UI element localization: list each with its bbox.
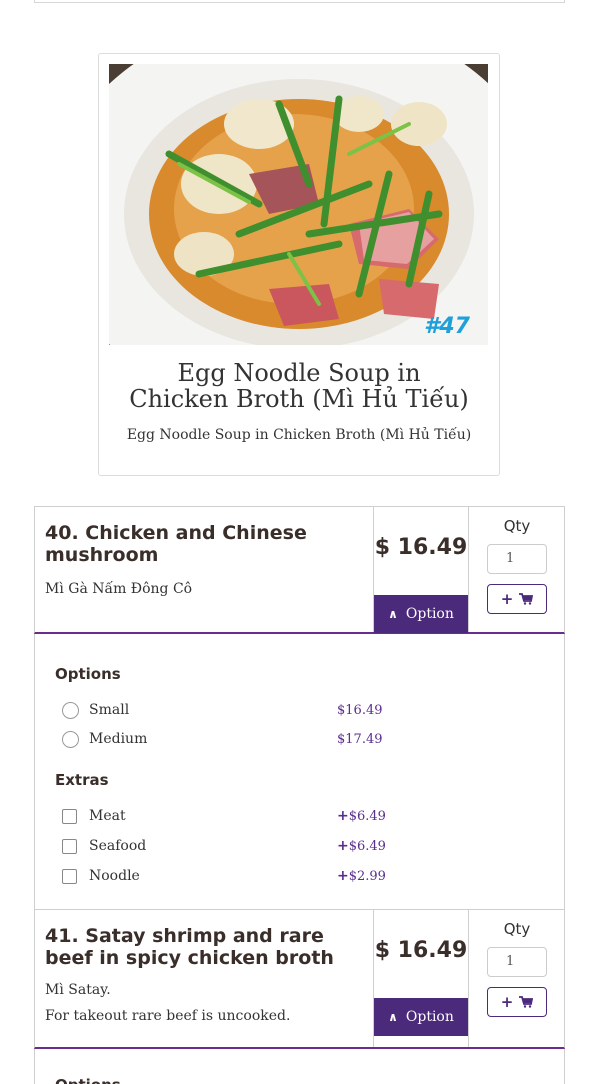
extra-label: Seafood — [89, 838, 147, 854]
item-info: 40. Chicken and Chinese mushroom Mì Gà N… — [35, 507, 374, 632]
plus-icon: + — [500, 590, 514, 608]
options-group-title: Options — [55, 665, 121, 683]
item-description-line: Mì Satay. — [45, 982, 111, 998]
extra-price-value: $6.49 — [348, 839, 386, 854]
extra-price: +$2.99 — [337, 868, 386, 884]
radio-button[interactable] — [62, 701, 79, 719]
next-options-panel: Options — [34, 1049, 565, 1084]
cart-icon — [519, 593, 534, 605]
item-price-column: $ 16.49 ∧ Option — [374, 910, 469, 1047]
item-info: 41. Satay shrimp and rare beef in spicy … — [35, 910, 374, 1047]
extra-seafood[interactable]: Seafood +$6.49 — [62, 835, 386, 857]
extras-group-title: Extras — [55, 771, 109, 789]
item-description: Mì Gà Nấm Đông Cô — [45, 581, 193, 597]
item-price: $ 16.49 — [374, 535, 468, 560]
item-description-line: For takeout rare beef is uncooked. — [45, 1008, 291, 1024]
item-description: Mì Satay. For takeout rare beef is uncoo… — [45, 979, 363, 1027]
featured-dish-card[interactable]: #47 Egg Noodle Soup in Chicken Broth (Mì… — [98, 53, 500, 476]
chevron-up-icon: ∧ — [388, 607, 398, 621]
option-label: Small — [89, 702, 130, 718]
item-qty-column: Qty 1 + — [469, 910, 565, 1047]
quantity-input[interactable]: 1 — [487, 947, 547, 977]
option-medium[interactable]: Medium $17.49 — [62, 728, 383, 750]
item-options-panel: Options Small $16.49 Medium $17.49 Extra… — [34, 634, 565, 910]
extra-price: +$6.49 — [337, 838, 386, 854]
item-price-column: $ 16.49 ∧ Option — [374, 507, 469, 633]
option-toggle-button[interactable]: ∧ Option — [374, 998, 468, 1036]
options-group-title: Options — [55, 1076, 121, 1084]
checkbox[interactable] — [62, 808, 77, 824]
checkbox[interactable] — [62, 838, 77, 854]
option-button-label: Option — [405, 606, 454, 622]
featured-dish-subtitle: Egg Noodle Soup in Chicken Broth (Mì Hủ … — [126, 427, 472, 443]
quantity-input[interactable]: 1 — [487, 544, 547, 574]
item-name: 41. Satay shrimp and rare beef in spicy … — [45, 925, 334, 969]
option-price: $16.49 — [337, 702, 383, 718]
extra-meat[interactable]: Meat +$6.49 — [62, 805, 386, 827]
extra-noodle[interactable]: Noodle +$2.99 — [62, 865, 386, 887]
extra-price-value: $6.49 — [348, 809, 386, 824]
menu-item-row: 40. Chicken and Chinese mushroom Mì Gà N… — [34, 506, 565, 634]
extra-price: +$6.49 — [337, 808, 386, 824]
radio-button[interactable] — [62, 730, 79, 748]
plus-icon: + — [337, 808, 349, 824]
plus-icon: + — [337, 838, 349, 854]
chevron-up-icon: ∧ — [388, 1010, 398, 1024]
plus-icon: + — [500, 993, 514, 1011]
option-button-label: Option — [405, 1009, 454, 1025]
cart-icon — [519, 996, 534, 1008]
extra-label: Meat — [89, 808, 126, 824]
qty-label: Qty — [503, 517, 531, 535]
extra-label: Noodle — [89, 868, 140, 884]
item-name: 40. Chicken and Chinese mushroom — [45, 522, 307, 566]
add-to-cart-button[interactable]: + — [487, 987, 547, 1017]
checkbox[interactable] — [62, 868, 77, 884]
item-qty-column: Qty 1 + — [469, 507, 565, 632]
featured-dish-title[interactable]: Egg Noodle Soup in Chicken Broth (Mì Hủ … — [99, 360, 499, 412]
qty-label: Qty — [503, 920, 531, 938]
menu-item-row: 41. Satay shrimp and rare beef in spicy … — [34, 909, 565, 1049]
option-price: $17.49 — [337, 731, 383, 747]
dish-photo: #47 — [109, 64, 488, 345]
previous-card-edge — [34, 0, 565, 3]
option-small[interactable]: Small $16.49 — [62, 699, 383, 721]
item-price: $ 16.49 — [374, 938, 468, 963]
option-toggle-button[interactable]: ∧ Option — [374, 595, 468, 633]
plus-icon: + — [337, 868, 349, 884]
add-to-cart-button[interactable]: + — [487, 584, 547, 614]
extra-price-value: $2.99 — [348, 869, 386, 884]
option-label: Medium — [89, 731, 148, 747]
photo-badge: #47 — [424, 314, 470, 339]
